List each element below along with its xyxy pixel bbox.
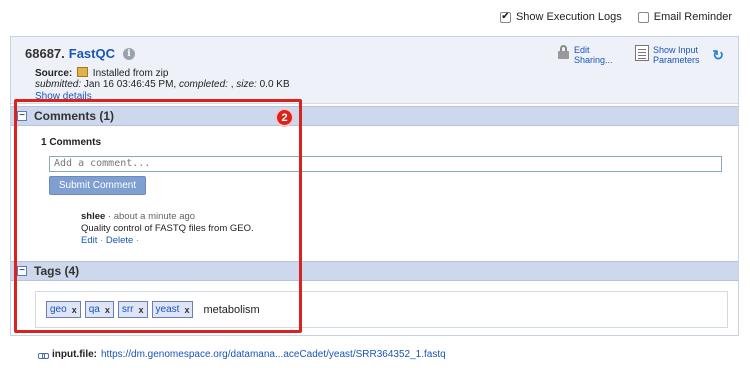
lock-icon <box>557 45 570 59</box>
job-status-line: submitted: Jan 16 03:46:45 PM, completed… <box>35 79 290 90</box>
input-file-row: input.file: https://dm.genomespace.org/d… <box>38 349 446 360</box>
info-icon[interactable]: i <box>123 47 135 60</box>
tool-name-link[interactable]: FastQC <box>69 46 115 61</box>
highlight-box <box>14 99 302 333</box>
edit-sharing-button[interactable]: Edit Sharing... <box>557 45 613 65</box>
link-icon <box>38 351 49 359</box>
zip-package-icon <box>77 67 89 77</box>
edit-sharing-line1: Edit <box>574 45 590 55</box>
top-options-bar: ✔ Show Execution Logs Email Reminder <box>499 11 732 23</box>
execution-logs-label: Show Execution Logs <box>515 11 622 23</box>
job-source: Source: Installed from zip <box>35 67 168 79</box>
submitted-label: submitted: <box>35 79 82 90</box>
email-reminder-option[interactable]: Email Reminder <box>637 11 732 23</box>
step-badge: 2 <box>275 108 294 127</box>
show-input-line2: Parameters <box>653 55 700 65</box>
source-label: Source: <box>35 68 73 79</box>
refresh-icon[interactable]: ↻ <box>712 47 724 64</box>
size-label: size: <box>236 79 257 90</box>
submitted-value: Jan 16 03:46:45 PM, <box>83 79 177 90</box>
show-input-line1: Show Input <box>653 45 699 55</box>
input-file-link[interactable]: https://dm.genomespace.org/datamana...ac… <box>101 349 446 360</box>
source-value: Installed from zip <box>92 68 169 79</box>
job-id: 68687. <box>25 46 65 61</box>
show-execution-logs-option[interactable]: ✔ Show Execution Logs <box>499 11 622 23</box>
document-icon <box>635 45 649 61</box>
input-file-label: input.file: <box>52 349 97 360</box>
show-input-parameters-button[interactable]: Show Input Parameters <box>635 45 700 65</box>
email-reminder-label: Email Reminder <box>653 11 732 23</box>
edit-sharing-label: Edit Sharing... <box>574 45 613 65</box>
edit-sharing-line2: Sharing... <box>574 55 613 65</box>
completed-value: , <box>230 79 234 90</box>
job-title: 68687. FastQC i <box>25 46 135 61</box>
email-reminder-checkbox[interactable] <box>637 11 649 23</box>
size-value: 0.0 KB <box>259 79 290 90</box>
show-input-label: Show Input Parameters <box>653 45 700 65</box>
completed-label: completed: <box>179 79 228 90</box>
execution-logs-checkbox[interactable]: ✔ <box>499 11 511 23</box>
job-header: 68687. FastQC i Source: Installed from z… <box>11 37 738 104</box>
